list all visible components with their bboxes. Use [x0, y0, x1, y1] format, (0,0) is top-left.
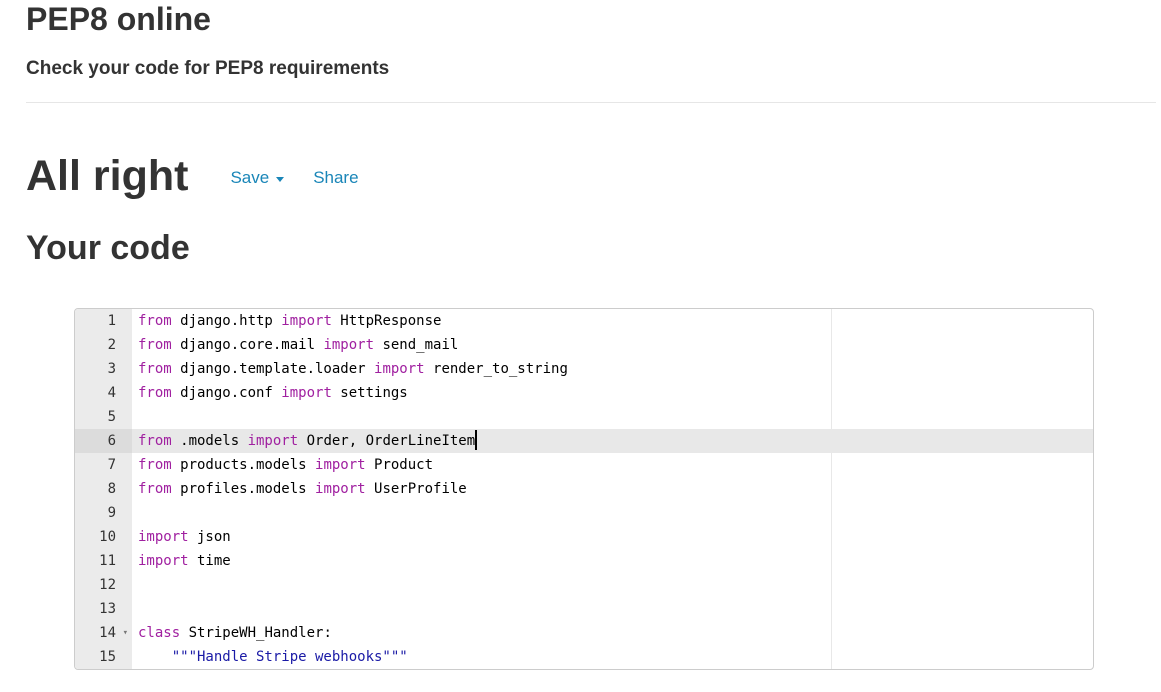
keyword-token: import	[315, 481, 366, 497]
page: PEP8 online Check your code for PEP8 req…	[0, 0, 1161, 692]
share-button[interactable]: Share	[313, 168, 358, 188]
code-line[interactable]: 3 from django.template.loader import rend…	[75, 357, 1093, 381]
line-number: 4	[107, 385, 116, 401]
editor-lines: 1 from django.http import HttpResponse 2 fr…	[75, 309, 1093, 669]
site-subtitle: Check your code for PEP8 requirements	[26, 58, 390, 79]
line-number: 3	[107, 361, 116, 377]
text-token: products.models	[171, 457, 316, 473]
code-line[interactable]: 9	[75, 501, 1093, 525]
line-number: 8	[107, 481, 116, 497]
header-divider	[26, 102, 1156, 103]
text-token: Product	[365, 457, 434, 473]
caret-down-icon	[276, 176, 285, 182]
fold-arrow-icon[interactable]: ▾	[123, 621, 128, 645]
keyword-token: import	[374, 361, 425, 377]
code-text: from .models import Order, OrderLineItem	[138, 429, 478, 453]
line-number: 9	[107, 505, 116, 521]
line-number: 15	[99, 649, 116, 665]
keyword-token: from	[138, 433, 172, 449]
text-token: render_to_string	[424, 361, 568, 377]
keyword-token: import	[281, 385, 332, 401]
code-line[interactable]: 11 import time	[75, 549, 1093, 573]
text-token: django.core.mail	[171, 337, 324, 353]
keyword-token: from	[138, 361, 172, 377]
line-number: 1	[107, 313, 116, 329]
text-token: Order, OrderLineItem	[298, 433, 476, 449]
line-number: 13	[99, 601, 116, 617]
save-label: Save	[230, 168, 270, 187]
keyword-token: from	[138, 313, 172, 329]
text-cursor	[475, 429, 478, 450]
text-token: time	[188, 553, 231, 569]
code-line[interactable]: 2 from django.core.mail import send_mail	[75, 333, 1093, 357]
code-line[interactable]: 12	[75, 573, 1093, 597]
code-line[interactable]: 10 import json	[75, 525, 1093, 549]
string-token: """Handle Stripe webhooks"""	[171, 649, 408, 665]
keyword-token: import	[138, 529, 189, 545]
code-line[interactable]: 1 from django.http import HttpResponse	[75, 309, 1093, 333]
keyword-token: import	[281, 313, 332, 329]
text-token: send_mail	[374, 337, 459, 353]
code-text: from products.models import Product	[138, 453, 433, 477]
text-token: json	[188, 529, 231, 545]
keyword-token: from	[138, 457, 172, 473]
text-token: django.conf	[171, 385, 282, 401]
keyword-token: from	[138, 337, 172, 353]
code-text: from profiles.models import UserProfile	[138, 477, 467, 501]
keyword-token: from	[138, 385, 172, 401]
code-line[interactable]: 4 from django.conf import settings	[75, 381, 1093, 405]
code-text: """Handle Stripe webhooks"""	[138, 645, 408, 669]
line-number: 11	[99, 553, 116, 569]
keyword-token: import	[323, 337, 375, 353]
code-text: class StripeWH_Handler:	[138, 621, 332, 645]
code-text: from django.conf import settings	[138, 381, 408, 405]
code-text: import time	[138, 549, 231, 573]
keyword-token: import	[138, 553, 189, 569]
line-number: 5	[107, 409, 116, 425]
code-editor[interactable]: 1 from django.http import HttpResponse 2 fr…	[74, 308, 1094, 670]
save-dropdown-button[interactable]: Save	[230, 168, 285, 188]
keyword-token: class	[138, 625, 181, 641]
line-number: 6	[75, 429, 132, 453]
code-line[interactable]: 5	[75, 405, 1093, 429]
text-token: django.http	[171, 313, 282, 329]
text-token: StripeWH_Handler:	[180, 625, 332, 641]
keyword-token: import	[247, 433, 299, 449]
line-number: 12	[99, 577, 116, 593]
text-token: profiles.models	[171, 481, 316, 497]
code-line[interactable]: 15 """Handle Stripe webhooks"""	[75, 645, 1093, 669]
code-line[interactable]: 13	[75, 597, 1093, 621]
text-token: django.template.loader	[171, 361, 375, 377]
line-number: 14 ▾	[75, 621, 132, 645]
text-token: HttpResponse	[331, 313, 442, 329]
site-title: PEP8 online	[26, 1, 211, 37]
code-line[interactable]: 7 from products.models import Product	[75, 453, 1093, 477]
keyword-token: from	[138, 481, 172, 497]
line-number: 10	[99, 529, 116, 545]
keyword-token: import	[315, 457, 366, 473]
code-line[interactable]: 14 ▾ class StripeWH_Handler:	[75, 621, 1093, 645]
code-line[interactable]: 8 from profiles.models import UserProfile	[75, 477, 1093, 501]
code-text: import json	[138, 525, 231, 549]
line-number: 2	[107, 337, 116, 353]
text-token: settings	[331, 385, 408, 401]
code-text: from django.http import HttpResponse	[138, 309, 441, 333]
result-title: All right	[26, 152, 189, 200]
code-text: from django.template.loader import rende…	[138, 357, 568, 381]
line-number: 7	[107, 457, 116, 473]
result-row: All right Save Share	[26, 150, 359, 202]
text-token: UserProfile	[365, 481, 467, 497]
code-line[interactable]: 6 from .models import Order, OrderLineIte…	[75, 429, 1093, 453]
code-text: from django.core.mail import send_mail	[138, 333, 458, 357]
text-token: .models	[171, 433, 248, 449]
section-title: Your code	[26, 229, 190, 267]
